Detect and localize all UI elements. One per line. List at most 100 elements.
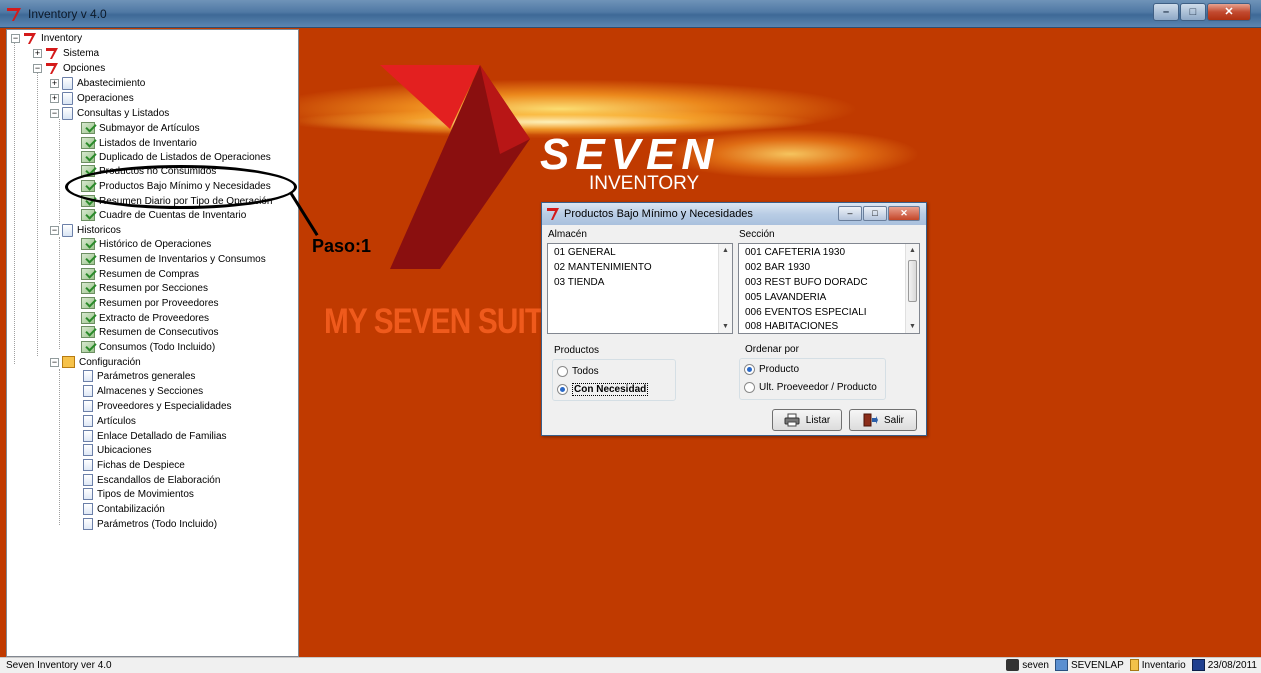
dialog-maximize-button[interactable]: □ — [863, 206, 887, 221]
almacen-listbox[interactable]: 01 GENERAL 02 MANTENIMIENTO 03 TIENDA ▲ … — [547, 243, 733, 334]
report-icon — [81, 151, 95, 163]
radio-con-necesidad[interactable]: Con Necesidad — [557, 383, 649, 396]
radio-producto[interactable]: Producto — [744, 364, 799, 375]
radio-icon[interactable] — [744, 382, 755, 393]
seccion-item[interactable]: 003 REST BUFO DORADC — [745, 277, 868, 288]
tree-item-proveedores[interactable]: Proveedores y Especialidades — [83, 399, 232, 413]
tree-item-resumen-proveedores[interactable]: Resumen por Proveedores — [81, 296, 219, 310]
tree-item-articulos[interactable]: Artículos — [83, 414, 136, 428]
tree-item-label: Almacenes y Secciones — [97, 385, 204, 397]
collapse-icon[interactable]: − — [33, 63, 42, 73]
almacen-label: Almacén — [548, 229, 587, 240]
scroll-down-icon[interactable]: ▼ — [909, 323, 916, 330]
dialog-title-bar[interactable]: Productos Bajo Mínimo y Necesidades – □ … — [542, 203, 926, 225]
expand-icon[interactable]: + — [50, 93, 59, 103]
status-machine: SEVENLAP — [1054, 659, 1124, 671]
tree-item-parametros-generales[interactable]: Parámetros generales — [83, 369, 195, 383]
collapse-icon[interactable]: − — [50, 225, 59, 235]
seccion-listbox[interactable]: 001 CAFETERIA 1930 002 BAR 1930 003 REST… — [738, 243, 920, 334]
tree-node-abastecimiento[interactable]: + Abastecimiento — [50, 76, 145, 90]
tree-item-resumen-consecutivos[interactable]: Resumen de Consecutivos — [81, 325, 219, 339]
collapse-icon[interactable]: − — [50, 357, 59, 367]
radio-label: Todos — [572, 366, 599, 377]
tree-node-label: Sistema — [63, 47, 100, 59]
exit-door-icon — [863, 413, 878, 427]
calendar-icon — [1191, 659, 1205, 671]
tree-node-operaciones[interactable]: + Operaciones — [50, 91, 134, 105]
tree-item-enlace-familias[interactable]: Enlace Detallado de Familias — [83, 429, 227, 443]
radio-todos[interactable]: Todos — [557, 366, 599, 377]
annotation-ellipse — [65, 165, 297, 209]
expand-icon[interactable]: + — [33, 48, 42, 58]
almacen-item[interactable]: 01 GENERAL — [554, 247, 616, 258]
suite-text: MY SEVEN SUITE — [324, 302, 562, 341]
salir-button[interactable]: Salir — [849, 409, 917, 431]
tree-item-resumen-secciones[interactable]: Resumen por Secciones — [81, 281, 208, 295]
tree-item-parametros-todo[interactable]: Parámetros (Todo Incluido) — [83, 517, 217, 531]
scroll-up-icon[interactable]: ▲ — [909, 247, 916, 254]
tree-item-label: Resumen de Compras — [99, 268, 200, 280]
tree-item-consumos[interactable]: Consumos (Todo Incluido) — [81, 340, 215, 354]
almacen-scrollbar[interactable]: ▲ ▼ — [718, 244, 732, 333]
radio-selected-icon[interactable] — [557, 384, 568, 395]
collapse-icon[interactable]: − — [50, 108, 59, 118]
radio-icon[interactable] — [557, 366, 568, 377]
tree-node-configuracion[interactable]: − Configuración — [50, 355, 141, 369]
report-icon — [81, 238, 95, 250]
seccion-item[interactable]: 005 LAVANDERIA — [745, 292, 826, 303]
tree-node-sistema[interactable]: + Sistema — [33, 46, 99, 60]
close-button[interactable]: ✕ — [1207, 3, 1251, 21]
tree-item-escandallos[interactable]: Escandallos de Elaboración — [83, 473, 220, 487]
page-icon — [83, 459, 93, 471]
tree-item-resumen-compras[interactable]: Resumen de Compras — [81, 267, 199, 281]
dialog-close-button[interactable]: ✕ — [888, 206, 920, 221]
scroll-thumb[interactable] — [908, 260, 917, 302]
tree-node-label: Operaciones — [77, 92, 134, 104]
radio-ult-proveedor[interactable]: Ult. Proeveedor / Producto — [744, 382, 877, 393]
tree-item-ubicaciones[interactable]: Ubicaciones — [83, 443, 151, 457]
seccion-item[interactable]: 001 CAFETERIA 1930 — [745, 247, 845, 258]
seccion-item[interactable]: 008 HABITACIONES — [745, 321, 838, 332]
tree-item-tipos-movimientos[interactable]: Tipos de Movimientos — [83, 487, 194, 501]
dialog-minimize-button[interactable]: – — [838, 206, 862, 221]
tree-item-label: Enlace Detallado de Familias — [97, 430, 227, 442]
seccion-item[interactable]: 006 EVENTOS ESPECIALI — [745, 307, 867, 318]
listar-label: Listar — [805, 414, 831, 426]
page-icon — [83, 503, 93, 515]
radio-selected-icon[interactable] — [744, 364, 755, 375]
radio-label: Con Necesidad — [572, 383, 649, 396]
tree-item-cuadre[interactable]: Cuadre de Cuentas de Inventario — [81, 208, 246, 222]
tree-item-fichas-despiece[interactable]: Fichas de Despiece — [83, 458, 185, 472]
scroll-up-icon[interactable]: ▲ — [722, 247, 729, 254]
report-icon — [81, 341, 95, 353]
almacen-item[interactable]: 03 TIENDA — [554, 277, 604, 288]
listar-button[interactable]: Listar — [772, 409, 842, 431]
tree-item-historico-operaciones[interactable]: Histórico de Operaciones — [81, 237, 211, 251]
page-icon — [83, 415, 93, 427]
tree-item-extracto-proveedores[interactable]: Extracto de Proveedores — [81, 311, 209, 325]
almacen-item[interactable]: 02 MANTENIMIENTO — [554, 262, 652, 273]
tree-node-inventory[interactable]: − Inventory — [11, 31, 82, 45]
tree-item-contabilizacion[interactable]: Contabilización — [83, 502, 165, 516]
tree-item-resumen-inventarios[interactable]: Resumen de Inventarios y Consumos — [81, 252, 266, 266]
tree-node-opciones[interactable]: − Opciones — [33, 61, 105, 75]
tree-item-submayor[interactable]: Submayor de Artículos — [81, 121, 200, 135]
collapse-icon[interactable]: − — [11, 33, 20, 43]
expand-icon[interactable]: + — [50, 78, 59, 88]
report-icon — [81, 326, 95, 338]
tree-item-label: Resumen por Secciones — [99, 282, 208, 294]
maximize-button[interactable]: □ — [1180, 3, 1206, 21]
tree-item-duplicado[interactable]: Duplicado de Listados de Operaciones — [81, 150, 271, 164]
report-icon — [81, 122, 95, 134]
minimize-button[interactable]: – — [1153, 3, 1179, 21]
tree-node-consultas[interactable]: − Consultas y Listados — [50, 106, 169, 120]
scroll-down-icon[interactable]: ▼ — [722, 323, 729, 330]
navigation-tree[interactable]: − Inventory + Sistema − Opciones + Abast… — [6, 29, 299, 657]
tree-node-historicos[interactable]: − Historicos — [50, 223, 121, 237]
seccion-scrollbar[interactable]: ▲ ▼ — [905, 244, 919, 333]
tree-item-listados[interactable]: Listados de Inventario — [81, 136, 197, 150]
user-icon — [1006, 659, 1020, 671]
status-user: seven — [1006, 659, 1049, 671]
seccion-item[interactable]: 002 BAR 1930 — [745, 262, 810, 273]
tree-item-almacenes[interactable]: Almacenes y Secciones — [83, 384, 203, 398]
